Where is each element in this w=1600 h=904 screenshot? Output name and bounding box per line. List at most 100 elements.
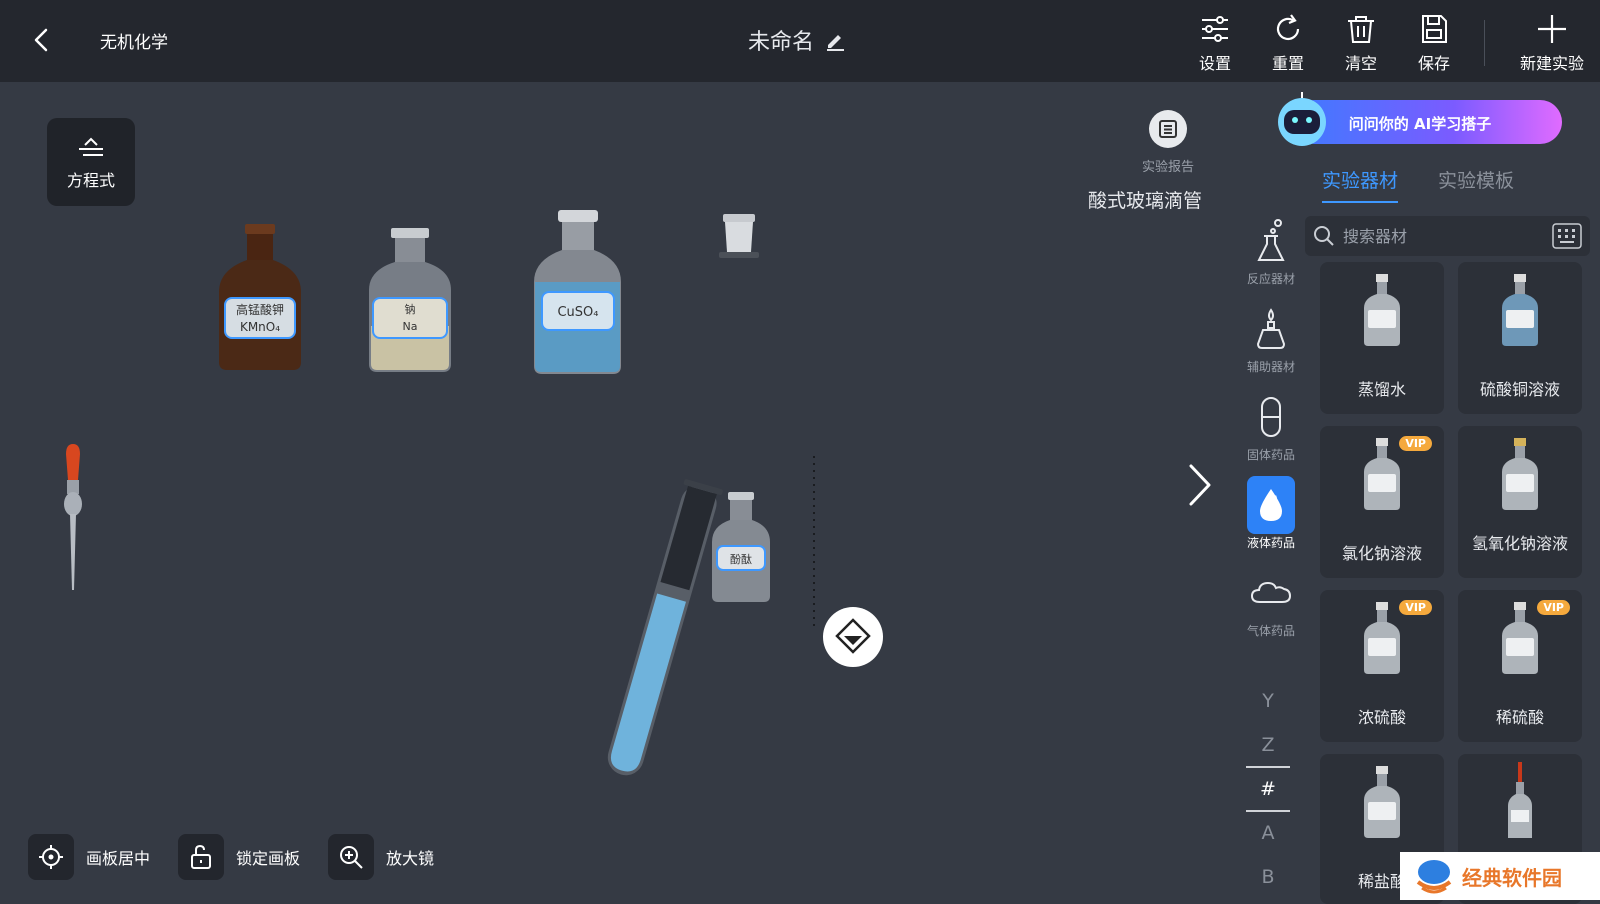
bottle-icon bbox=[1502, 274, 1538, 346]
category-auxiliary[interactable]: 辅助器材 bbox=[1236, 300, 1306, 375]
kmno4-label-cn: 高锰酸钾 bbox=[236, 302, 284, 317]
item-label: 稀硫酸 bbox=[1495, 708, 1544, 727]
rotate-handle[interactable] bbox=[820, 604, 886, 670]
tab-templates[interactable]: 实验模板 bbox=[1438, 166, 1514, 203]
burner-icon bbox=[1247, 300, 1295, 358]
lock-canvas-label: 锁定画板 bbox=[236, 849, 301, 868]
drop-icon bbox=[1247, 476, 1295, 534]
vip-badge: VIP bbox=[1399, 600, 1432, 615]
cuso4-label-formula: CuSO₄ bbox=[557, 305, 598, 320]
item-sodium-chloride[interactable]: VIP 氯化钠溶液 bbox=[1320, 426, 1444, 578]
watermark: 经典软件园 bbox=[1400, 852, 1600, 900]
search-icon bbox=[1314, 226, 1334, 246]
new-experiment-label: 新建实验 bbox=[1520, 54, 1585, 73]
panel-tabs: 实验器材 实验模板 bbox=[1322, 166, 1514, 203]
next-arrow-icon[interactable] bbox=[1185, 462, 1215, 508]
category-solid[interactable]: 固体药品 bbox=[1236, 388, 1306, 463]
clear-label: 清空 bbox=[1344, 54, 1377, 73]
report-icon bbox=[1149, 110, 1187, 148]
category-reaction[interactable]: 反应器材 bbox=[1236, 212, 1306, 287]
watermark-text: 经典软件园 bbox=[1462, 865, 1562, 890]
item-label: 氯化钠溶液 bbox=[1341, 544, 1422, 563]
equation-icon bbox=[79, 137, 103, 156]
keyboard-icon[interactable] bbox=[1552, 223, 1582, 249]
experiment-title[interactable]: 未命名 bbox=[748, 24, 846, 56]
equation-button[interactable]: 方程式 bbox=[47, 118, 135, 206]
kmno4-label-formula: KMnO₄ bbox=[240, 320, 280, 334]
center-canvas-label: 画板居中 bbox=[86, 849, 151, 868]
sodium-label-formula: Na bbox=[403, 320, 418, 333]
reset-button[interactable]: 重置 bbox=[1258, 12, 1318, 74]
save-button[interactable]: 保存 bbox=[1404, 12, 1464, 74]
letter-divider-top bbox=[1246, 766, 1290, 768]
letter-z[interactable]: Z bbox=[1236, 734, 1300, 756]
category-reaction-label: 反应器材 bbox=[1246, 272, 1295, 286]
new-experiment-button[interactable]: 新建实验 bbox=[1520, 12, 1585, 74]
sodium-bottle[interactable]: 钠 Na bbox=[365, 226, 455, 376]
toolbar-divider bbox=[1484, 20, 1485, 66]
item-dilute-sulfuric-acid[interactable]: VIP 稀硫酸 bbox=[1458, 590, 1582, 742]
kmno4-bottle[interactable]: 高锰酸钾 KMnO₄ bbox=[215, 222, 305, 374]
item-copper-sulfate[interactable]: 硫酸铜溶液 bbox=[1458, 262, 1582, 414]
plus-icon bbox=[1538, 15, 1566, 43]
bottom-toolbar: 画板居中 锁定画板 放大镜 bbox=[28, 834, 434, 880]
cloud-icon bbox=[1247, 564, 1295, 622]
letter-a[interactable]: A bbox=[1236, 822, 1300, 844]
vip-badge: VIP bbox=[1537, 600, 1570, 615]
reset-label: 重置 bbox=[1271, 54, 1304, 73]
back-icon[interactable] bbox=[28, 22, 56, 58]
bottle-icon bbox=[1364, 274, 1400, 346]
bottle-icon bbox=[1364, 766, 1400, 838]
settings-button[interactable]: 设置 bbox=[1185, 12, 1245, 74]
settings-label: 设置 bbox=[1198, 54, 1231, 73]
tab-equipment[interactable]: 实验器材 bbox=[1322, 166, 1399, 203]
category-solid-label: 固体药品 bbox=[1246, 448, 1295, 462]
lock-canvas-button[interactable]: 锁定画板 bbox=[178, 834, 300, 880]
bottle-stopper[interactable] bbox=[715, 212, 763, 264]
trash-icon bbox=[1348, 16, 1374, 43]
zoom-in-icon bbox=[328, 834, 375, 880]
item-label: 蒸馏水 bbox=[1357, 380, 1406, 399]
flask-icon bbox=[1247, 212, 1295, 270]
edit-icon[interactable] bbox=[824, 29, 846, 51]
letter-hash[interactable]: # bbox=[1236, 778, 1300, 800]
center-canvas-button[interactable]: 画板居中 bbox=[28, 834, 150, 880]
sliders-icon bbox=[1202, 16, 1228, 42]
letter-divider-bottom bbox=[1246, 810, 1290, 812]
crosshair-icon bbox=[28, 834, 74, 880]
letter-b[interactable]: B bbox=[1236, 866, 1300, 888]
phenolphthalein-bottle[interactable]: 酚酞 bbox=[708, 490, 774, 606]
breadcrumb: 无机化学 bbox=[100, 33, 168, 53]
category-gas-label: 气体药品 bbox=[1246, 624, 1295, 638]
magnifier-label: 放大镜 bbox=[386, 849, 435, 868]
report-button[interactable]: 实验报告 bbox=[1142, 110, 1194, 175]
watermark-logo-icon bbox=[1416, 860, 1452, 894]
bottle-icon bbox=[1364, 438, 1400, 510]
bottle-icon bbox=[1502, 438, 1538, 510]
category-liquid[interactable]: 液体药品 bbox=[1236, 476, 1306, 551]
item-label: 硫酸铜溶液 bbox=[1479, 380, 1560, 399]
item-sodium-hydroxide[interactable]: 氢氧化钠溶液 bbox=[1458, 426, 1582, 578]
glass-dropper[interactable] bbox=[58, 442, 88, 600]
cuso4-bottle[interactable]: CuSO₄ bbox=[530, 208, 625, 378]
search-input[interactable] bbox=[1341, 225, 1545, 247]
equation-label: 方程式 bbox=[66, 171, 115, 190]
item-distilled-water[interactable]: 蒸馏水 bbox=[1320, 262, 1444, 414]
letter-y[interactable]: Y bbox=[1236, 690, 1300, 712]
phenolphthalein-label: 酚酞 bbox=[730, 552, 752, 566]
bottle-icon bbox=[1502, 602, 1538, 674]
category-gas[interactable]: 气体药品 bbox=[1236, 564, 1306, 639]
search-box bbox=[1305, 216, 1590, 256]
save-icon bbox=[1422, 15, 1447, 43]
category-auxiliary-label: 辅助器材 bbox=[1246, 360, 1295, 374]
sodium-label-cn: 钠 bbox=[405, 302, 416, 316]
category-liquid-label: 液体药品 bbox=[1246, 536, 1295, 550]
clear-button[interactable]: 清空 bbox=[1331, 12, 1391, 74]
page-title: 未命名 bbox=[748, 30, 815, 55]
selected-item-name: 酸式玻璃滴管 bbox=[1088, 190, 1203, 212]
unlock-icon bbox=[178, 834, 225, 880]
item-concentrated-sulfuric-acid[interactable]: VIP 浓硫酸 bbox=[1320, 590, 1444, 742]
vip-badge: VIP bbox=[1399, 436, 1432, 451]
ai-assistant-banner[interactable]: 问问你的 AI学习搭子 bbox=[1266, 92, 1566, 152]
magnifier-button[interactable]: 放大镜 bbox=[328, 834, 434, 880]
